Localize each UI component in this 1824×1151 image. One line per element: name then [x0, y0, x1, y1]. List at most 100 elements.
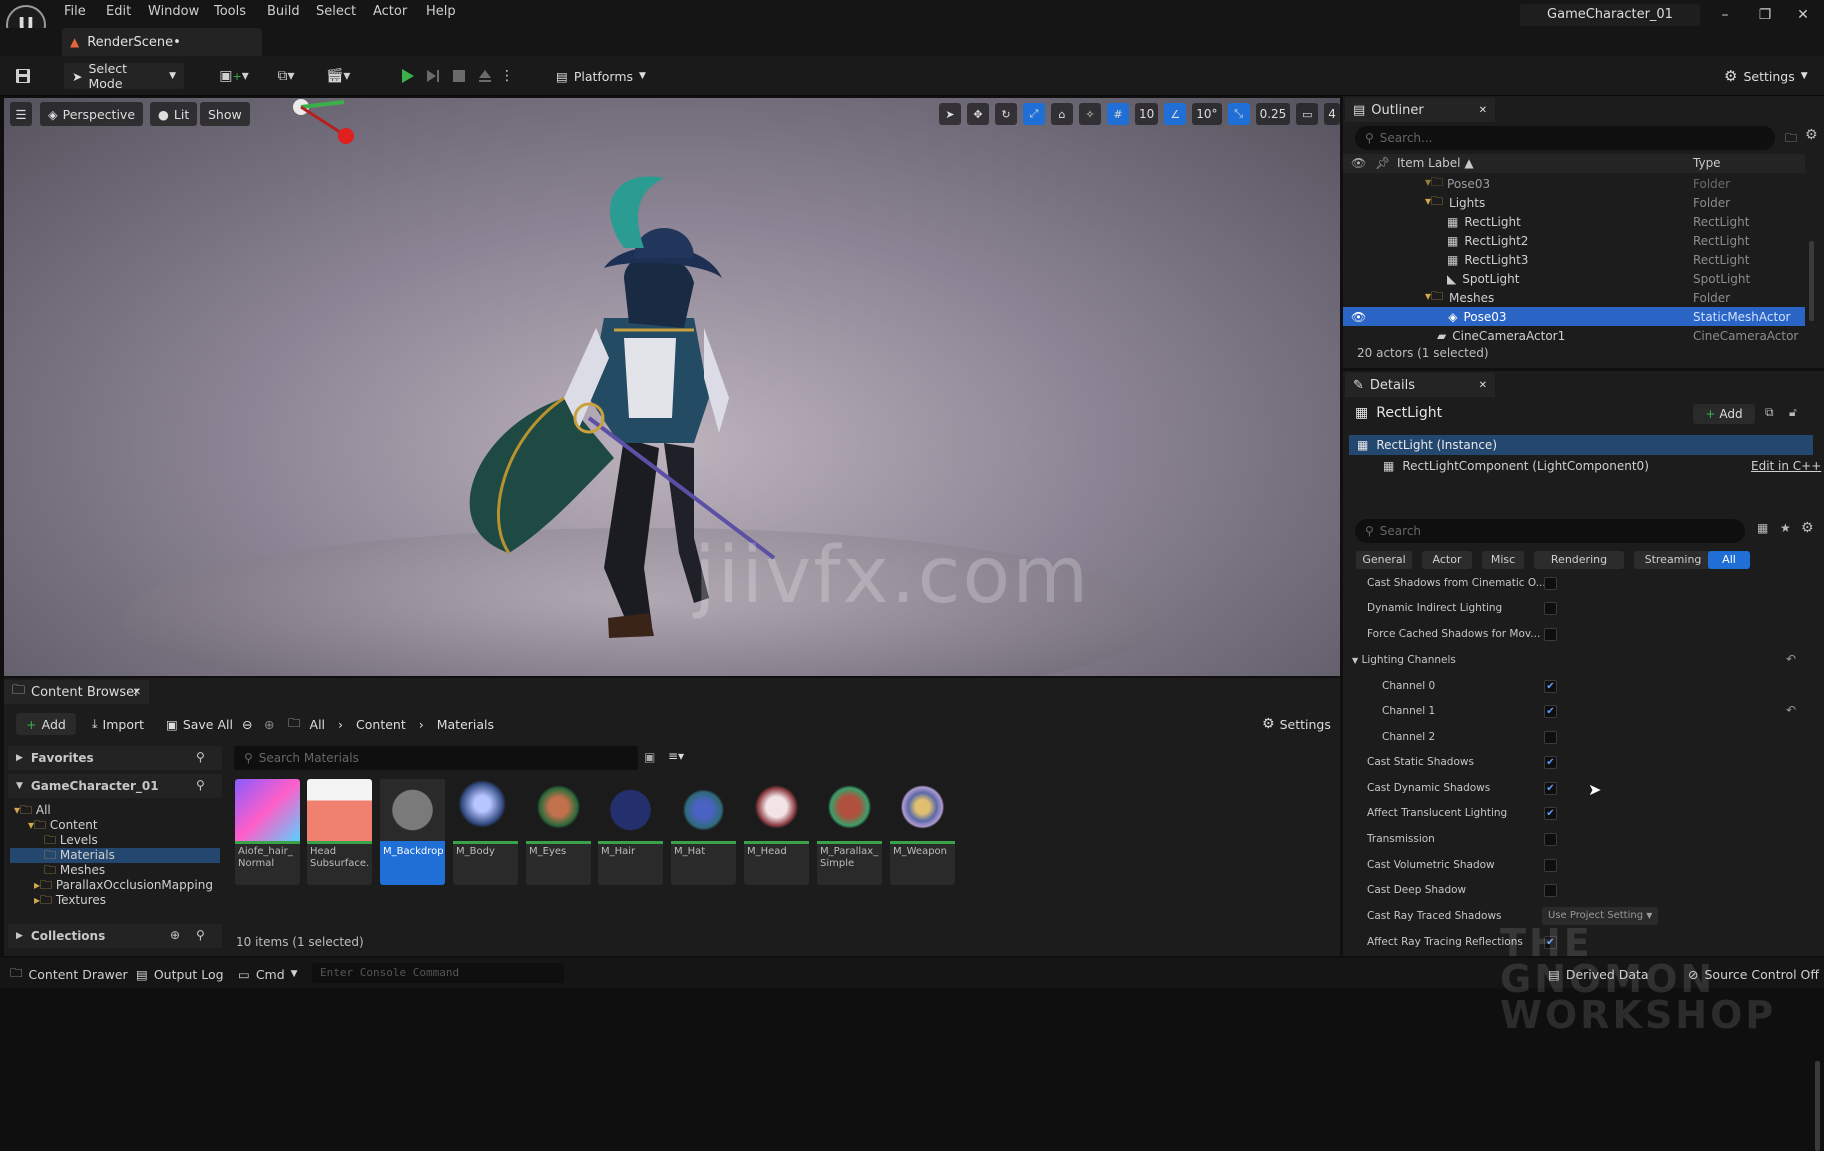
lock-icon[interactable]: 🔓︎	[1789, 405, 1797, 420]
asset-tile[interactable]: M_Parallax_ Simple	[817, 779, 882, 885]
source-control-button[interactable]: ⊘ Source Control Off	[1688, 965, 1819, 983]
play-icon[interactable]	[394, 64, 420, 88]
rotation-snap-icon[interactable]: ∠	[1164, 103, 1187, 125]
breadcrumb-materials[interactable]: Materials	[437, 717, 494, 732]
add-actor-icon[interactable]: ▣ + ▾	[214, 64, 254, 88]
asset-tile[interactable]: Head Subsurface...	[307, 779, 372, 885]
grid-snap-value[interactable]: 10	[1135, 103, 1159, 125]
grid-snap-icon[interactable]: #	[1107, 103, 1129, 125]
menu-window[interactable]: Window	[148, 4, 199, 19]
menu-build[interactable]: Build	[267, 4, 300, 19]
derived-data-button[interactable]: ▤ Derived Data	[1548, 965, 1649, 983]
scale-snap-icon[interactable]: ⤡	[1227, 103, 1250, 125]
close-icon[interactable]: ✕	[1786, 4, 1820, 26]
instance-row[interactable]: ▦ RectLight (Instance)	[1349, 435, 1813, 455]
asset-tile[interactable]: M_Hair	[598, 779, 663, 885]
outliner-scrollbar[interactable]	[1809, 241, 1814, 321]
close-icon[interactable]: ✕	[1479, 105, 1487, 116]
folder-add-icon[interactable]: 🗀︎	[1785, 129, 1797, 150]
tree-item-parallax[interactable]: ▸🗀︎ ParallaxOcclusionMapping	[34, 878, 213, 893]
console-command-input[interactable]: Enter Console Command	[312, 963, 564, 983]
add-collection-icon[interactable]: ⊕	[170, 928, 180, 942]
prop-checkbox[interactable]	[1544, 859, 1557, 872]
tree-item-materials[interactable]: 🗀︎ Materials	[10, 848, 220, 863]
menu-help[interactable]: Help	[426, 4, 456, 19]
scale-tool-icon[interactable]: ⤢	[1023, 103, 1045, 125]
more-options-icon[interactable]: ⋮	[500, 64, 514, 88]
tab-actor[interactable]: Actor	[1422, 551, 1472, 569]
step-icon[interactable]	[420, 64, 446, 88]
search-icon[interactable]: ⚲	[196, 928, 205, 942]
prop-checkbox-checked[interactable]: ✔	[1544, 782, 1557, 795]
asset-tile[interactable]: M_Eyes	[526, 779, 591, 885]
prop-checkbox-checked[interactable]: ✔	[1544, 680, 1557, 693]
menu-edit[interactable]: Edit	[106, 4, 131, 19]
star-icon[interactable]: ★	[1780, 521, 1791, 535]
column-item-label[interactable]: Item Label ▲	[1397, 156, 1474, 170]
add-component-button[interactable]: + Add	[1693, 404, 1755, 424]
breadcrumb-all[interactable]: All	[310, 717, 326, 732]
tree-item-all[interactable]: ▾🗀︎ All	[14, 803, 51, 818]
tab-content-browser[interactable]: 🗀︎ Content Browser ✕	[4, 680, 149, 704]
filter-icon[interactable]: ≡▾	[668, 749, 684, 763]
favorites-section[interactable]: ▶ Favorites	[8, 746, 222, 770]
component-row[interactable]: ▦ RectLightComponent (LightComponent0)	[1383, 459, 1649, 473]
viewport-menu-icon[interactable]: ☰	[10, 102, 32, 126]
save-search-icon[interactable]: ▣	[644, 750, 655, 764]
reset-icon[interactable]: ↶	[1786, 652, 1796, 666]
tab-all[interactable]: All	[1708, 551, 1750, 569]
tree-item-levels[interactable]: 🗀︎ Levels	[44, 833, 98, 848]
gear-icon[interactable]: ⚙	[1801, 520, 1814, 536]
search-icon[interactable]: ⚲	[196, 750, 205, 764]
blueprint-icon[interactable]: ⧉▾	[266, 64, 306, 88]
scale-snap-value[interactable]: 0.25	[1255, 103, 1291, 125]
outliner-row[interactable]: ◣ SpotLight SpotLight	[1343, 269, 1805, 288]
tab-misc[interactable]: Misc	[1482, 551, 1524, 569]
outliner-row[interactable]: ▰ CineCameraActor1 CineCameraActor	[1343, 326, 1805, 345]
world-local-icon[interactable]: ✧	[1079, 103, 1101, 125]
prop-checkbox[interactable]	[1544, 731, 1557, 744]
platforms-button[interactable]: ▤ Platforms ▼	[548, 63, 646, 89]
rotation-snap-value[interactable]: 10°	[1192, 103, 1222, 125]
outliner-row[interactable]: ▾🗀︎ Meshes Folder	[1343, 288, 1805, 307]
save-icon[interactable]	[10, 64, 36, 88]
tab-outliner[interactable]: ▤ Outliner ✕	[1345, 98, 1495, 122]
cmd-dropdown[interactable]: ▭ Cmd ▼	[238, 965, 298, 983]
stop-icon[interactable]	[446, 64, 472, 88]
prop-checkbox-checked[interactable]: ✔	[1544, 807, 1557, 820]
tab-rendering[interactable]: Rendering	[1534, 551, 1624, 569]
edit-in-cpp-link[interactable]: Edit in C++	[1751, 459, 1821, 473]
eject-icon[interactable]	[472, 64, 498, 88]
maximize-icon[interactable]: ❐	[1748, 4, 1782, 26]
blueprint-icon[interactable]: ⧉	[1765, 405, 1774, 420]
outliner-row[interactable]: ▾🗀︎ Lights Folder	[1343, 193, 1805, 212]
select-tool-icon[interactable]: ➤	[939, 103, 961, 125]
add-button[interactable]: + Add	[16, 713, 76, 735]
prop-checkbox-checked[interactable]: ✔	[1544, 705, 1557, 718]
surface-snap-icon[interactable]: ⌂	[1051, 103, 1073, 125]
history-forward-icon[interactable]: ⊕	[264, 713, 274, 735]
reset-icon[interactable]: ↶	[1786, 703, 1796, 717]
asset-tile[interactable]: Aiofe_hair_ Normal	[235, 779, 300, 885]
cinematics-icon[interactable]: 🎬︎▾	[318, 64, 358, 88]
output-log-button[interactable]: ▤ Output Log	[136, 965, 224, 983]
prop-checkbox[interactable]	[1544, 833, 1557, 846]
camera-speed-value[interactable]: 4	[1324, 103, 1340, 125]
pin-icon[interactable]: 📌︎	[1375, 156, 1390, 170]
details-scrollbar[interactable]	[1815, 1061, 1820, 1151]
content-drawer-button[interactable]: 🗀︎ Content Drawer	[10, 965, 128, 983]
menu-tools[interactable]: Tools	[214, 4, 246, 19]
minimize-icon[interactable]: –	[1708, 4, 1742, 26]
prop-checkbox[interactable]	[1544, 628, 1557, 641]
details-search-input[interactable]: ⚲ Search	[1355, 519, 1745, 543]
camera-speed-icon[interactable]: ▭	[1296, 103, 1319, 125]
show-button[interactable]: Show	[200, 102, 250, 126]
asset-tile[interactable]: M_Hat	[671, 779, 736, 885]
outliner-row[interactable]: ▦ RectLight2 RectLight	[1343, 231, 1805, 250]
lit-button[interactable]: ● Lit	[150, 102, 198, 126]
outliner-row-selected[interactable]: 👁︎ ◈ Pose03 StaticMeshActor	[1343, 307, 1805, 326]
asset-tile-selected[interactable]: M_Backdrop	[380, 779, 445, 885]
select-mode-button[interactable]: ➤ Select Mode ▼	[64, 61, 184, 91]
collections-section[interactable]: ▶ Collections	[8, 924, 222, 948]
tree-item-content[interactable]: ▾🗀︎ Content	[28, 818, 98, 833]
